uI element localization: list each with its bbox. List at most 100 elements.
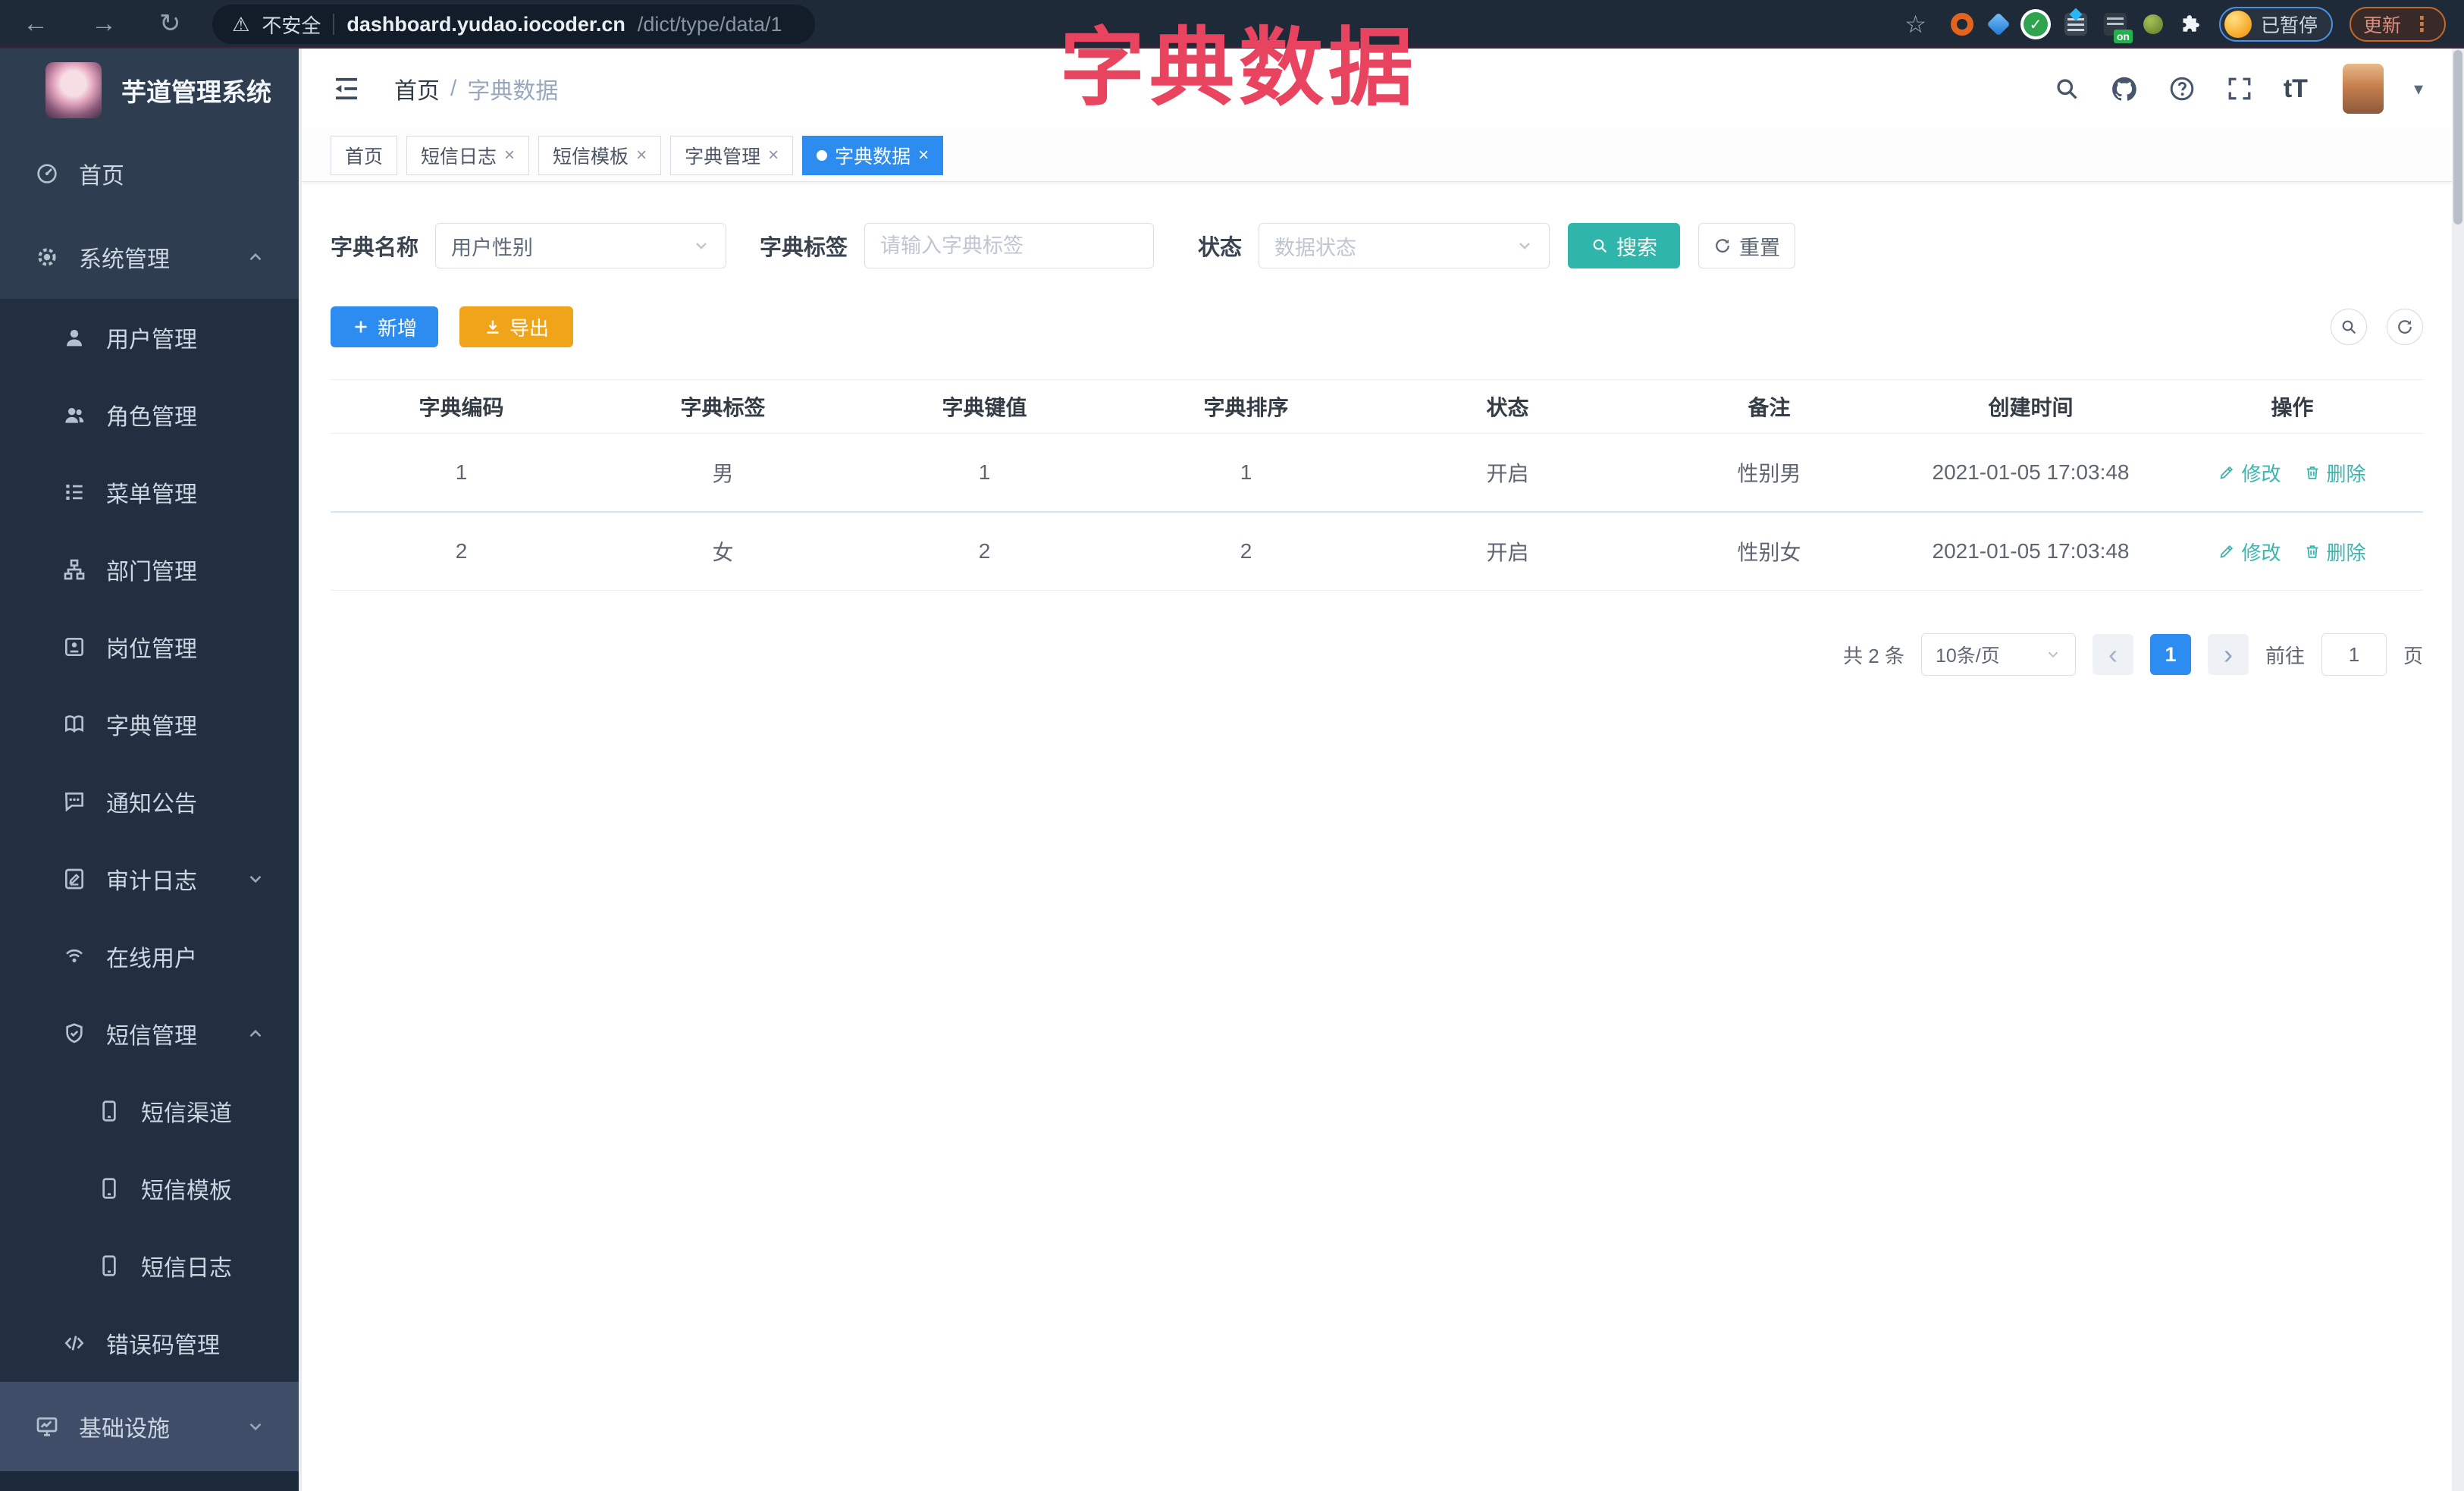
tab-dict-manage[interactable]: 字典管理 × (670, 135, 794, 175)
sidebar-item-home[interactable]: 首页 (0, 132, 299, 215)
edit-link-label: 修改 (2241, 462, 2281, 485)
reload-icon[interactable]: ↻ (159, 8, 181, 39)
goto-page-input[interactable] (2321, 633, 2387, 676)
dict-name-select[interactable]: 用户性别 (435, 223, 727, 268)
filter-form: 字典名称 用户性别 字典标签 状态 数据状态 搜索 (331, 223, 2423, 268)
export-button[interactable]: 导出 (459, 306, 573, 347)
gear-icon (35, 245, 59, 269)
extension-gem-icon[interactable] (1986, 12, 2011, 36)
next-page-button[interactable]: › (2207, 634, 2249, 675)
sidebar-item-label: 字典管理 (106, 714, 197, 739)
address-bar[interactable]: ⚠ 不安全 dashboard.yudao.iocoder.cn /dict/t… (212, 5, 815, 44)
dict-label-input[interactable] (880, 234, 1139, 258)
security-label[interactable]: 不安全 (262, 11, 321, 39)
tab-sms-template[interactable]: 短信模板 × (538, 135, 662, 175)
extension-leaf-icon[interactable] (2143, 14, 2163, 34)
sidebar-item-sms-log[interactable]: 短信日志 (0, 1227, 299, 1304)
sidebar-item-audit-log[interactable]: 审计日志 (0, 840, 299, 918)
column-header: 状态 (1486, 396, 1529, 419)
sidebar-fold-icon[interactable] (331, 73, 362, 105)
help-icon[interactable] (2168, 75, 2196, 102)
extension-on-icon[interactable]: on (2103, 13, 2133, 43)
sidebar-item-label: 用户管理 (106, 328, 197, 353)
tab-home[interactable]: 首页 (331, 135, 398, 175)
extension-slider-icon[interactable] (2064, 8, 2087, 36)
forward-icon[interactable]: → (91, 9, 117, 39)
app-logo[interactable]: 芋道管理系统 (0, 49, 299, 132)
tags-view-bar: 首页 短信日志 × 短信模板 × 字典管理 × 字典数据 × (302, 129, 2452, 182)
user-avatar[interactable] (2342, 64, 2384, 114)
page-number-1[interactable]: 1 (2149, 634, 2191, 675)
edit-link[interactable]: 修改 (2218, 538, 2281, 566)
avatar-caret-icon[interactable]: ▾ (2414, 78, 2423, 100)
delete-link[interactable]: 删除 (2304, 538, 2366, 566)
tab-sms-log[interactable]: 短信日志 × (406, 135, 530, 175)
browser-menu-icon[interactable]: ⋮ (2412, 13, 2432, 36)
sidebar-item-post-manage[interactable]: 岗位管理 (0, 608, 299, 686)
close-icon[interactable]: × (768, 145, 779, 166)
close-icon[interactable]: × (636, 145, 647, 166)
status-select[interactable]: 数据状态 (1259, 223, 1550, 268)
extensions-puzzle-icon[interactable] (2180, 13, 2202, 36)
cell-value: 2 (978, 539, 991, 563)
back-icon[interactable]: ← (23, 9, 49, 39)
sidebar-item-role-manage[interactable]: 角色管理 (0, 376, 299, 454)
add-button[interactable]: 新增 (331, 306, 438, 347)
search-icon[interactable] (2053, 75, 2080, 102)
font-size-icon[interactable]: tT (2284, 74, 2308, 104)
scrollbar-thumb[interactable] (2453, 50, 2462, 224)
sidebar-item-online-user[interactable]: 在线用户 (0, 918, 299, 995)
edit-link[interactable]: 修改 (2218, 459, 2281, 487)
prev-page-button[interactable]: ‹ (2092, 634, 2133, 675)
extension-check-icon[interactable]: ✓ (2023, 12, 2048, 36)
sidebar-item-label: 短信模板 (141, 1179, 232, 1204)
dict-name-label: 字典名称 (331, 236, 419, 260)
github-icon[interactable] (2111, 75, 2138, 102)
sidebar-item-dict-manage[interactable]: 字典管理 (0, 686, 299, 763)
update-button[interactable]: 更新 ⋮ (2349, 7, 2446, 42)
cell-label: 女 (712, 541, 734, 564)
tab-label: 首页 (345, 146, 384, 168)
user-icon (62, 325, 86, 350)
trash-icon (2304, 543, 2321, 560)
bookmark-star-icon[interactable]: ☆ (1904, 10, 1926, 39)
fullscreen-icon[interactable] (2226, 75, 2253, 102)
profile-paused-pill[interactable]: 已暂停 (2218, 7, 2333, 42)
app-header: 首页 / 字典数据 tT ▾ (302, 49, 2452, 129)
trash-icon (2304, 464, 2321, 481)
reset-button[interactable]: 重置 (1698, 223, 1796, 268)
search-button[interactable]: 搜索 (1568, 223, 1681, 268)
edit-icon (2218, 543, 2235, 560)
page-scrollbar[interactable] (2452, 49, 2464, 1491)
extension-orange-icon[interactable] (1950, 13, 1973, 36)
sidebar-item-label: 基础设施 (79, 1417, 170, 1442)
close-icon[interactable]: × (918, 145, 929, 166)
sidebar: 芋道管理系统 首页 系统管理 用户管理 角色管理 菜单管理 部门管理 岗位管理 … (0, 49, 299, 1491)
sidebar-item-menu-manage[interactable]: 菜单管理 (0, 454, 299, 531)
chevron-down-icon (2045, 646, 2061, 663)
delete-link-label: 删除 (2326, 462, 2366, 485)
sidebar-item-sms-manage[interactable]: 短信管理 (0, 995, 299, 1072)
sidebar-item-sms-channel[interactable]: 短信渠道 (0, 1072, 299, 1150)
toggle-search-button[interactable] (2331, 309, 2367, 345)
close-icon[interactable]: × (504, 145, 515, 166)
dict-data-table: 字典编码 字典标签 字典键值 字典排序 状态 备注 创建时间 操作 1 男 1 … (331, 379, 2423, 591)
breadcrumb-home[interactable]: 首页 (394, 72, 440, 105)
sidebar-item-error-code[interactable]: 错误码管理 (0, 1304, 299, 1382)
sidebar-item-notice[interactable]: 通知公告 (0, 763, 299, 840)
tab-dict-data[interactable]: 字典数据 × (802, 135, 944, 175)
column-header: 字典标签 (680, 396, 766, 419)
sidebar-item-user-manage[interactable]: 用户管理 (0, 299, 299, 376)
sidebar-item-infrastructure[interactable]: 基础设施 (0, 1382, 299, 1471)
refresh-table-button[interactable] (2387, 309, 2423, 345)
sidebar-item-dept-manage[interactable]: 部门管理 (0, 531, 299, 608)
cell-code: 2 (455, 539, 468, 563)
sidebar-item-system-manage[interactable]: 系统管理 (0, 215, 299, 299)
dict-label-label: 字典标签 (760, 236, 848, 260)
sidebar-item-sms-template[interactable]: 短信模板 (0, 1150, 299, 1227)
cell-value: 1 (978, 460, 991, 484)
page-size-select[interactable]: 10条/页 (1920, 633, 2076, 676)
app-title: 芋道管理系统 (121, 78, 271, 106)
delete-link[interactable]: 删除 (2304, 459, 2366, 487)
tab-label: 短信模板 (553, 146, 629, 168)
